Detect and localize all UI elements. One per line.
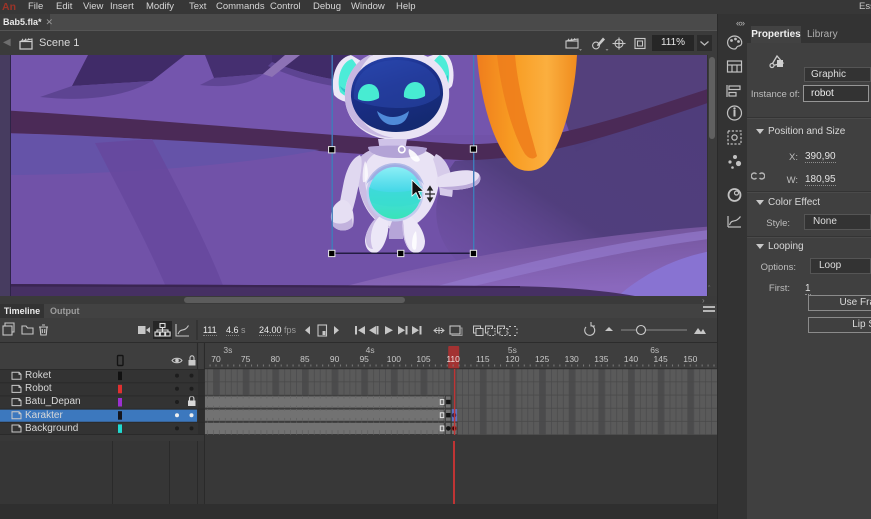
svg-text:110: 110	[446, 354, 460, 364]
svg-text:145: 145	[654, 354, 668, 364]
svg-text:105: 105	[416, 354, 430, 364]
svg-text:150: 150	[683, 354, 697, 364]
svg-text:70: 70	[211, 354, 221, 364]
svg-text:135: 135	[594, 354, 608, 364]
svg-text:3s: 3s	[223, 345, 232, 355]
svg-text:125: 125	[535, 354, 549, 364]
svg-text:85: 85	[300, 354, 310, 364]
svg-text:130: 130	[565, 354, 579, 364]
svg-text:75: 75	[241, 354, 251, 364]
svg-text:90: 90	[330, 354, 340, 364]
svg-text:120: 120	[505, 354, 519, 364]
svg-text:115: 115	[476, 354, 490, 364]
svg-text:95: 95	[359, 354, 369, 364]
svg-text:100: 100	[387, 354, 401, 364]
svg-text:80: 80	[271, 354, 281, 364]
svg-text:140: 140	[624, 354, 638, 364]
